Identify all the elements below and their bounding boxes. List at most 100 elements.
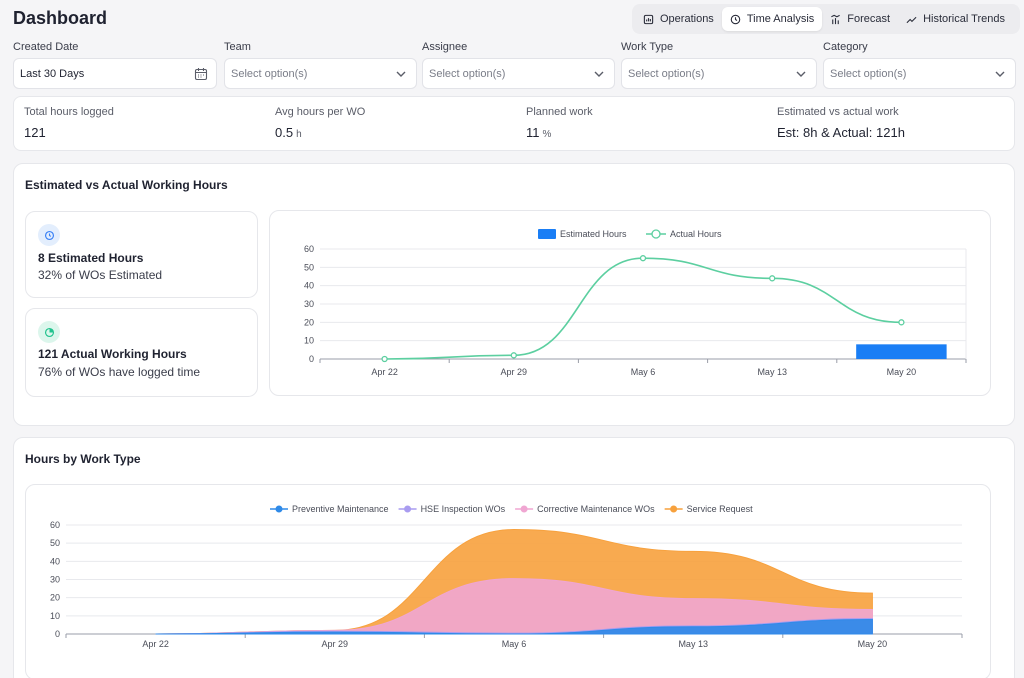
- estimated-vs-actual-panel: Estimated vs Actual Working Hours 8 Esti…: [13, 163, 1015, 426]
- clock-icon: [730, 14, 741, 24]
- point-actual-hours: [381, 355, 388, 363]
- filter-label-work-type: Work Type: [621, 41, 674, 53]
- category-placeholder: Select option(s): [830, 67, 907, 80]
- kpi-total-hours: Total hours logged 121: [24, 106, 114, 140]
- y-tick-label: 60: [50, 520, 60, 530]
- team-placeholder: Select option(s): [231, 67, 308, 80]
- assignee-placeholder: Select option(s): [429, 67, 506, 80]
- filter-label-assignee: Assignee: [422, 41, 468, 53]
- estimated-vs-actual-chart: 0 10 20 30 40 50 60 Apr 22 Apr 29 May 6 May 13 May …: [304, 229, 967, 377]
- kpi-value: Est: 8h & Actual: 121h: [777, 125, 905, 140]
- x-tick-label: Apr 29: [322, 639, 349, 649]
- kpi-estimated-vs-actual: Estimated vs actual work Est: 8h & Actua…: [777, 106, 905, 140]
- y-tick-label: 50: [50, 538, 60, 548]
- y-tick-label: 60: [304, 244, 314, 254]
- line-actual-hours: [384, 257, 902, 360]
- hours-by-work-type-panel: Hours by Work Type 0 10 20 30 40 50 60 Apr 22 Ap…: [13, 437, 1015, 678]
- team-select[interactable]: Select option(s): [224, 58, 417, 89]
- created-date-value: Last 30 Days: [20, 67, 85, 80]
- x-tick-label: May 6: [631, 367, 656, 377]
- work-type-select[interactable]: Select option(s): [621, 58, 817, 89]
- kpi-label: Total hours logged: [24, 106, 114, 118]
- kpi-value: 11: [526, 125, 540, 140]
- legend-label: Corrective Maintenance WOs: [537, 504, 655, 514]
- tab-forecast[interactable]: Forecast: [822, 7, 898, 31]
- created-date-picker[interactable]: Last 30 Days: [13, 58, 217, 89]
- tab-label: Historical Trends: [923, 13, 1005, 25]
- x-tick-label: May 20: [887, 367, 917, 377]
- legend-swatch-estimated: [538, 229, 556, 239]
- y-tick-label: 50: [304, 262, 314, 272]
- tab-time-analysis[interactable]: Time Analysis: [721, 7, 823, 31]
- bar-estimated-hours: [856, 344, 947, 359]
- y-tick-label: 30: [50, 575, 60, 585]
- legend-label-estimated: Estimated Hours: [560, 229, 627, 239]
- x-tick-label: May 13: [757, 367, 787, 377]
- filter-label-team: Team: [224, 41, 251, 53]
- x-tick-label: May 13: [678, 639, 708, 649]
- kpi-summary-card: Total hours logged 121 Avg hours per WO …: [13, 96, 1015, 151]
- y-tick-label: 40: [50, 556, 60, 566]
- kpi-value: 121: [24, 125, 46, 140]
- actual-hours-card: 121 Actual Working Hours 76% of WOs have…: [25, 308, 258, 397]
- y-tick-label: 20: [304, 317, 314, 327]
- legend-label: Service Request: [687, 504, 754, 514]
- y-tick-label: 10: [304, 336, 314, 346]
- actual-hours-sub: 76% of WOs have logged time: [38, 365, 201, 379]
- estimated-hours-value: 8 Estimated Hours: [38, 251, 144, 265]
- page-title: Dashboard: [13, 8, 108, 28]
- view-tabs: Operations Time Analysis Forecast Histor…: [632, 4, 1020, 34]
- estimated-hours-sub: 32% of WOs Estimated: [38, 268, 163, 282]
- hours-by-work-type-chart-card: 0 10 20 30 40 50 60 Apr 22 Apr 29 May 6 May 13 May …: [25, 484, 991, 678]
- category-select[interactable]: Select option(s): [823, 58, 1016, 89]
- point-actual-hours: [639, 255, 647, 262]
- tab-operations[interactable]: Operations: [635, 7, 722, 31]
- kpi-value: 0.5: [275, 125, 294, 140]
- legend-marker: [404, 505, 412, 513]
- clock-icon: [44, 230, 54, 240]
- kpi-avg-hours: Avg hours per WO 0.5 h: [275, 106, 365, 140]
- work-type-placeholder: Select option(s): [628, 67, 705, 80]
- x-tick-label: Apr 22: [371, 367, 398, 377]
- x-tick-label: May 20: [858, 639, 888, 649]
- assignee-select[interactable]: Select option(s): [422, 58, 615, 89]
- legend-label: Preventive Maintenance: [292, 504, 389, 514]
- legend-marker: [670, 505, 678, 513]
- estimated-icon-badge: [38, 224, 60, 246]
- trend-icon: [906, 16, 917, 23]
- filter-label-created-date: Created Date: [13, 41, 79, 53]
- calendar-icon[interactable]: [194, 67, 208, 81]
- chevron-down-icon: [995, 71, 1005, 77]
- kpi-label: Estimated vs actual work: [777, 106, 899, 118]
- report-icon: [643, 14, 654, 24]
- x-tick-label: May 6: [502, 639, 527, 649]
- y-tick-label: 20: [50, 593, 60, 603]
- panel-title: Hours by Work Type: [25, 452, 141, 466]
- chevron-down-icon: [396, 71, 406, 77]
- x-tick-label: Apr 29: [501, 367, 528, 377]
- kpi-label: Avg hours per WO: [275, 106, 366, 118]
- chevron-down-icon: [796, 71, 806, 77]
- legend-label-actual: Actual Hours: [670, 229, 722, 239]
- tab-label: Operations: [660, 13, 714, 25]
- legend-marker: [520, 505, 528, 513]
- tab-label: Forecast: [847, 13, 891, 25]
- actual-hours-value: 121 Actual Working Hours: [38, 347, 187, 361]
- hours-by-work-type-chart: 0 10 20 30 40 50 60 Apr 22 Apr 29 May 6 May 13 May …: [50, 504, 963, 649]
- y-tick-label: 30: [304, 299, 314, 309]
- point-actual-hours: [510, 352, 517, 359]
- estimated-hours-card: 8 Estimated Hours 32% of WOs Estimated: [25, 211, 258, 298]
- panel-title: Estimated vs Actual Working Hours: [25, 178, 228, 192]
- timer-icon: [44, 327, 54, 337]
- y-tick-label: 0: [309, 354, 314, 364]
- tab-historical-trends[interactable]: Historical Trends: [898, 7, 1013, 31]
- kpi-label: Planned work: [526, 106, 593, 118]
- tab-label: Time Analysis: [746, 13, 815, 25]
- point-actual-hours: [898, 319, 905, 326]
- kpi-planned-work: Planned work 11%: [526, 106, 593, 140]
- estimated-vs-actual-chart-card: 0 10 20 30 40 50 60 Apr 22 Apr 29 May 6 May 13 May …: [269, 210, 991, 396]
- y-tick-label: 10: [50, 611, 60, 621]
- legend-label: HSE Inspection WOs: [421, 504, 506, 514]
- actual-icon-badge: [38, 321, 60, 343]
- chevron-down-icon: [594, 71, 604, 77]
